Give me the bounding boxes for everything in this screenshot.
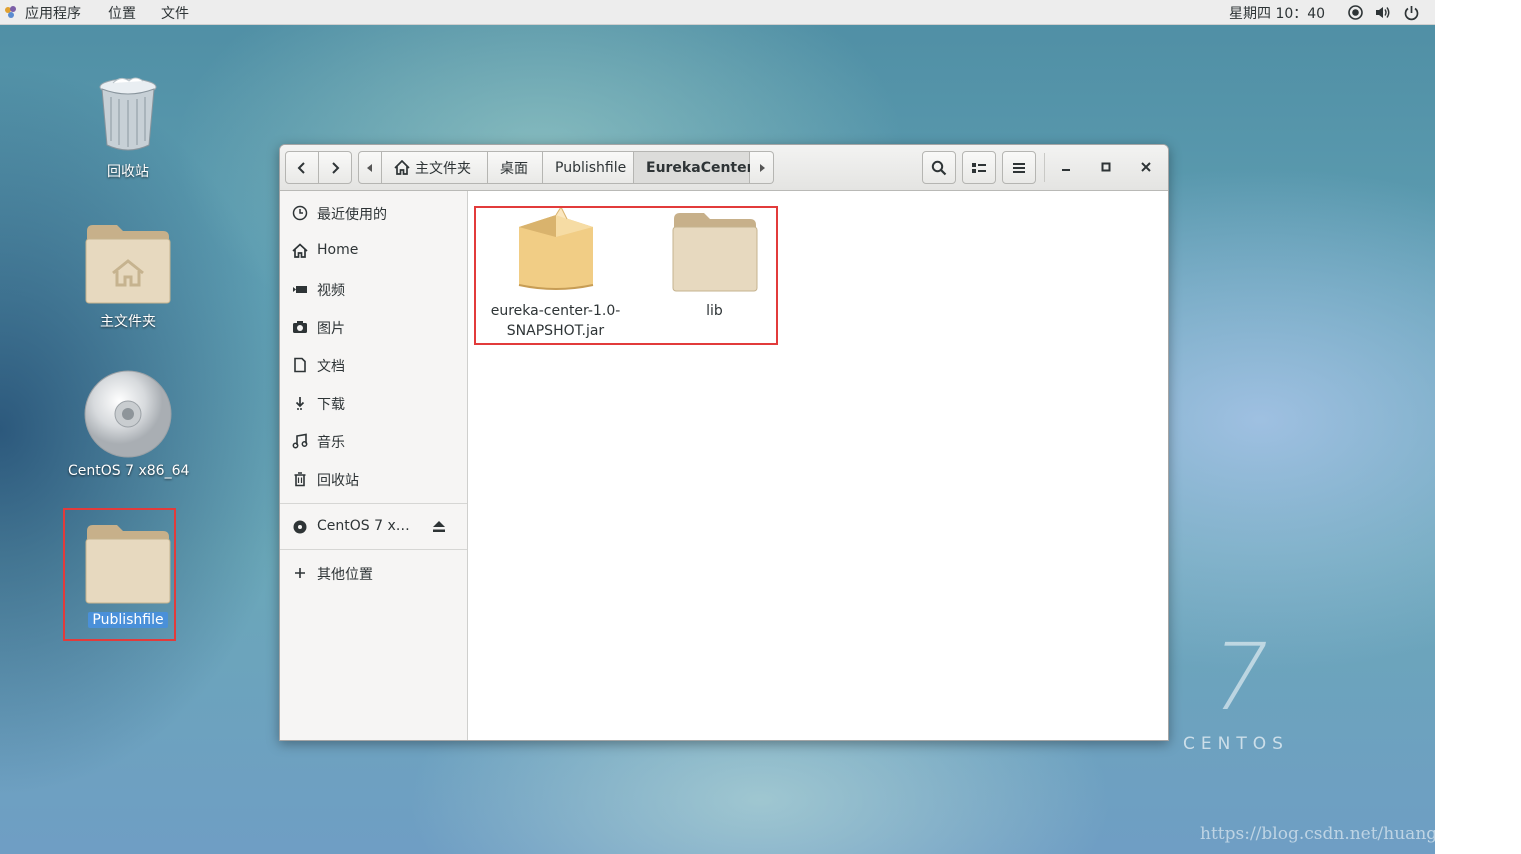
- sidebar-divider: [280, 549, 467, 550]
- header-separator: [1044, 153, 1045, 182]
- volume-icon[interactable]: [1374, 4, 1391, 21]
- chevron-right-icon: [332, 161, 340, 174]
- close-button[interactable]: [1136, 157, 1156, 177]
- breadcrumb-label: EurekaCenter: [646, 159, 754, 176]
- places-menu[interactable]: 位置: [108, 3, 136, 23]
- video-icon: [293, 286, 307, 293]
- watermark: https://blog.csdn.net/huang6ing: [1200, 824, 1476, 844]
- sidebar-item-label: 其他位置: [317, 567, 373, 583]
- eject-icon[interactable]: [432, 520, 446, 533]
- desktop-trash[interactable]: 回收站: [78, 70, 178, 185]
- breadcrumb-eurekacenter[interactable]: EurekaCenter: [634, 151, 754, 184]
- network-icon[interactable]: [1347, 4, 1364, 21]
- hamburger-icon: [1013, 162, 1025, 173]
- applications-menu[interactable]: 应用程序: [25, 3, 81, 23]
- sidebar-item-label: 最近使用的: [317, 207, 387, 223]
- breadcrumb-publishfile[interactable]: Publishfile: [543, 151, 634, 184]
- dvd-disc-icon: [84, 370, 172, 458]
- breadcrumb-home[interactable]: 主文件夹: [382, 151, 488, 184]
- plus-icon: [295, 568, 305, 578]
- sidebar-item-music[interactable]: 音乐: [280, 423, 467, 459]
- sidebar-item-home[interactable]: Home: [280, 233, 467, 269]
- sidebar-item-label: 图片: [317, 321, 345, 337]
- arrow-right-icon: [759, 163, 765, 172]
- desktop-dvd[interactable]: CentOS 7 x86_64: [68, 367, 190, 482]
- recent-icon: [292, 205, 308, 221]
- sidebar-item-label: 视频: [317, 283, 345, 299]
- breadcrumb-label: Publishfile: [555, 159, 627, 176]
- trash-label: 回收站: [107, 164, 149, 180]
- sidebar-item-label: Home: [317, 242, 359, 258]
- dvd-label: CentOS 7 x86_64: [68, 463, 190, 479]
- trash-icon: [294, 472, 306, 487]
- applications-icon: [5, 6, 16, 18]
- sidebar-item-pictures[interactable]: 图片: [280, 309, 467, 345]
- sidebar-item-label: 下载: [317, 397, 345, 413]
- chevron-left-icon: [297, 161, 305, 174]
- sidebar-item-videos[interactable]: 视频: [280, 271, 467, 307]
- sidebar-item-documents[interactable]: 文档: [280, 347, 467, 383]
- highlight-box-desktop: [63, 508, 176, 641]
- maximize-button[interactable]: [1096, 157, 1116, 177]
- sidebar-item-downloads[interactable]: 下载: [280, 385, 467, 421]
- sidebar-item-label: CentOS 7 x…: [317, 518, 410, 534]
- sidebar-item-centos-dvd[interactable]: CentOS 7 x…: [280, 509, 467, 545]
- arrow-left-icon: [367, 163, 372, 172]
- document-icon: [294, 357, 306, 373]
- minimize-icon: [1062, 169, 1070, 171]
- centos-wordmark: CENTOS: [1183, 734, 1289, 754]
- close-icon: [1141, 162, 1151, 172]
- trash-bin-icon: [99, 77, 157, 151]
- home-folder-label: 主文件夹: [100, 314, 156, 330]
- clock[interactable]: 星期四 10：40: [1229, 3, 1325, 23]
- breadcrumb-scroll-left[interactable]: [358, 151, 382, 184]
- back-button[interactable]: [285, 151, 319, 184]
- sidebar-divider: [280, 503, 467, 504]
- sidebar-item-label: 文档: [317, 359, 345, 375]
- maximize-icon: [1101, 162, 1111, 172]
- minimize-button[interactable]: [1056, 157, 1076, 177]
- top-bar: 应用程序 位置 文件 星期四 10：40: [0, 0, 1435, 25]
- menu-button[interactable]: [1002, 151, 1036, 184]
- forward-button[interactable]: [318, 151, 352, 184]
- sidebar-item-label: 回收站: [317, 473, 359, 489]
- list-view-icon: [972, 162, 986, 173]
- files-menu[interactable]: 文件: [161, 3, 189, 23]
- power-icon[interactable]: [1403, 4, 1420, 21]
- screen-margin: [1435, 0, 1521, 854]
- view-mode-button[interactable]: [962, 151, 996, 184]
- disc-icon: [293, 520, 307, 534]
- home-folder-icon: [85, 225, 171, 304]
- home-icon: [394, 160, 410, 175]
- breadcrumb-label: 主文件夹: [415, 160, 471, 177]
- breadcrumb-scroll-right[interactable]: [750, 151, 774, 184]
- highlight-box-files: [474, 206, 778, 345]
- camera-icon: [293, 321, 307, 333]
- sidebar-item-trash[interactable]: 回收站: [280, 461, 467, 497]
- music-icon: [292, 433, 308, 449]
- sidebar-item-recent[interactable]: 最近使用的: [280, 195, 467, 231]
- sidebar-item-other-locations[interactable]: 其他位置: [280, 555, 467, 591]
- header-bar: 主文件夹 桌面 Publishfile EurekaCenter: [280, 145, 1168, 191]
- places-sidebar: 最近使用的 Home 视频 图片 文档 下载 音乐 回收站 CentOS 7 x…: [280, 191, 468, 740]
- breadcrumb-desktop[interactable]: 桌面: [488, 151, 543, 184]
- breadcrumb-label: 桌面: [500, 160, 528, 177]
- search-button[interactable]: [922, 151, 956, 184]
- search-icon: [931, 160, 947, 175]
- download-icon: [295, 397, 305, 410]
- desktop-home-folder[interactable]: 主文件夹: [78, 220, 178, 335]
- sidebar-item-label: 音乐: [317, 435, 345, 451]
- home-icon: [292, 243, 308, 258]
